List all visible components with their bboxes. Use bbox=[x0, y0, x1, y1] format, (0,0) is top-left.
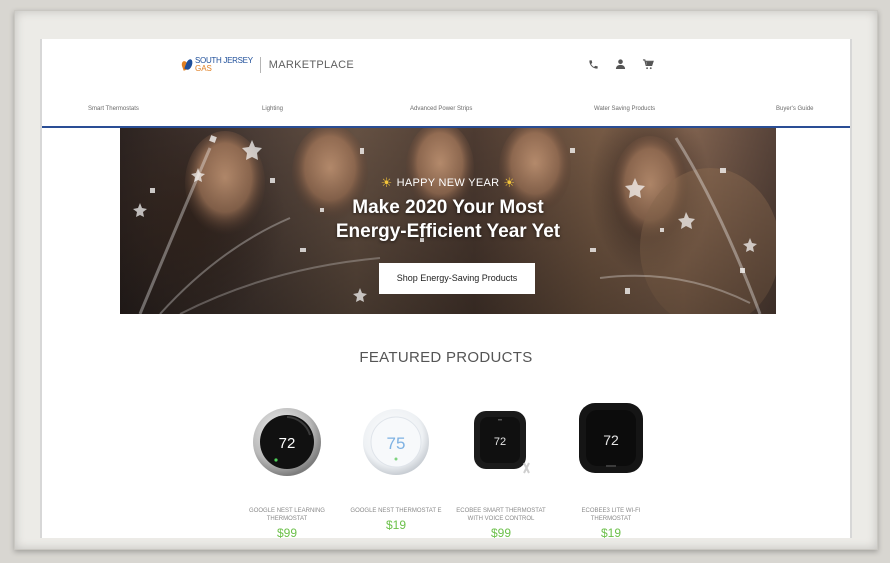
product-card[interactable]: 75 GOOGLE NEST THERMOSTAT E $19 bbox=[344, 387, 448, 532]
product-price: $99 bbox=[490, 526, 512, 538]
nav-smart-thermostats[interactable]: Smart Thermostats bbox=[88, 106, 139, 112]
product-price: $99 bbox=[276, 526, 298, 538]
logo-divider bbox=[259, 57, 261, 73]
nav-water-saving-products[interactable]: Water Saving Products bbox=[594, 106, 655, 112]
phone-icon[interactable] bbox=[588, 59, 599, 70]
product-name: GOOGLE NEST THERMOSTAT E bbox=[350, 508, 442, 514]
hero-headline-line-1: Make 2020 Your Most bbox=[352, 197, 544, 218]
product-price: $19 bbox=[600, 526, 622, 538]
product-display-value: 72 bbox=[603, 432, 619, 448]
marketplace-label: MARKETPLACE bbox=[268, 59, 354, 71]
product-display-value: 72 bbox=[494, 436, 506, 448]
main-nav: Smart Thermostats Lighting Advanced Powe… bbox=[42, 95, 850, 127]
hero-eyebrow: ☀ HAPPY NEW YEAR ☀ bbox=[120, 175, 776, 191]
south-jersey-gas-logo[interactable]: SOUTH JERSEY GAS MARKETPLACE bbox=[180, 57, 354, 73]
happy-new-year-text: HAPPY NEW YEAR bbox=[396, 176, 500, 189]
product-price: $19 bbox=[385, 518, 407, 532]
product-display-value: 72 bbox=[279, 435, 296, 452]
browser-page: SOUTH JERSEY GAS MARKETPLACE Smart Therm… bbox=[40, 39, 852, 538]
site-header: SOUTH JERSEY GAS MARKETPLACE bbox=[42, 39, 850, 95]
nav-buyers-guide[interactable]: Buyer's Guide bbox=[776, 106, 814, 112]
product-card[interactable]: 72 ECOBEE SMART THERMOSTAT WITH VOICE CO… bbox=[449, 387, 553, 538]
hero-headline-line-2: Energy-Efficient Year Yet bbox=[335, 221, 561, 242]
flame-logo-icon bbox=[180, 58, 194, 72]
shop-energy-saving-products-button[interactable]: Shop Energy-Saving Products bbox=[379, 263, 535, 294]
logo-line-2: GAS bbox=[195, 64, 212, 73]
product-card[interactable]: 72 ECOBEE3 LITE WI-FI THERMOSTAT $19 bbox=[559, 387, 663, 538]
product-image: 72 bbox=[559, 387, 663, 495]
hero-banner[interactable]: ☀ HAPPY NEW YEAR ☀ Make 2020 Your Most Ene… bbox=[120, 128, 776, 314]
header-icon-group bbox=[588, 58, 654, 70]
account-icon[interactable] bbox=[615, 58, 626, 70]
product-name: ECOBEE SMART THERMOSTAT WITH VOICE CONTR… bbox=[456, 508, 546, 522]
featured-products-heading: FEATURED PRODUCTS bbox=[359, 349, 533, 366]
product-image: 72 bbox=[235, 387, 339, 495]
nav-lighting[interactable]: Lighting bbox=[262, 106, 283, 112]
product-card[interactable]: 72 GOOGLE NEST LEARNING THERMOSTAT $99 bbox=[235, 387, 339, 538]
product-display-value: 75 bbox=[387, 434, 406, 453]
nav-advanced-power-strips[interactable]: Advanced Power Strips bbox=[410, 106, 472, 112]
product-image: 75 bbox=[344, 387, 448, 495]
product-name: GOOGLE NEST LEARNING THERMOSTAT bbox=[249, 508, 325, 522]
cart-icon[interactable] bbox=[642, 58, 654, 70]
lightbulb-icon: ☀ bbox=[503, 175, 516, 190]
product-image: 72 bbox=[449, 387, 553, 495]
lightbulb-icon: ☀ bbox=[380, 175, 393, 190]
product-name: ECOBEE3 LITE WI-FI THERMOSTAT bbox=[581, 508, 641, 522]
